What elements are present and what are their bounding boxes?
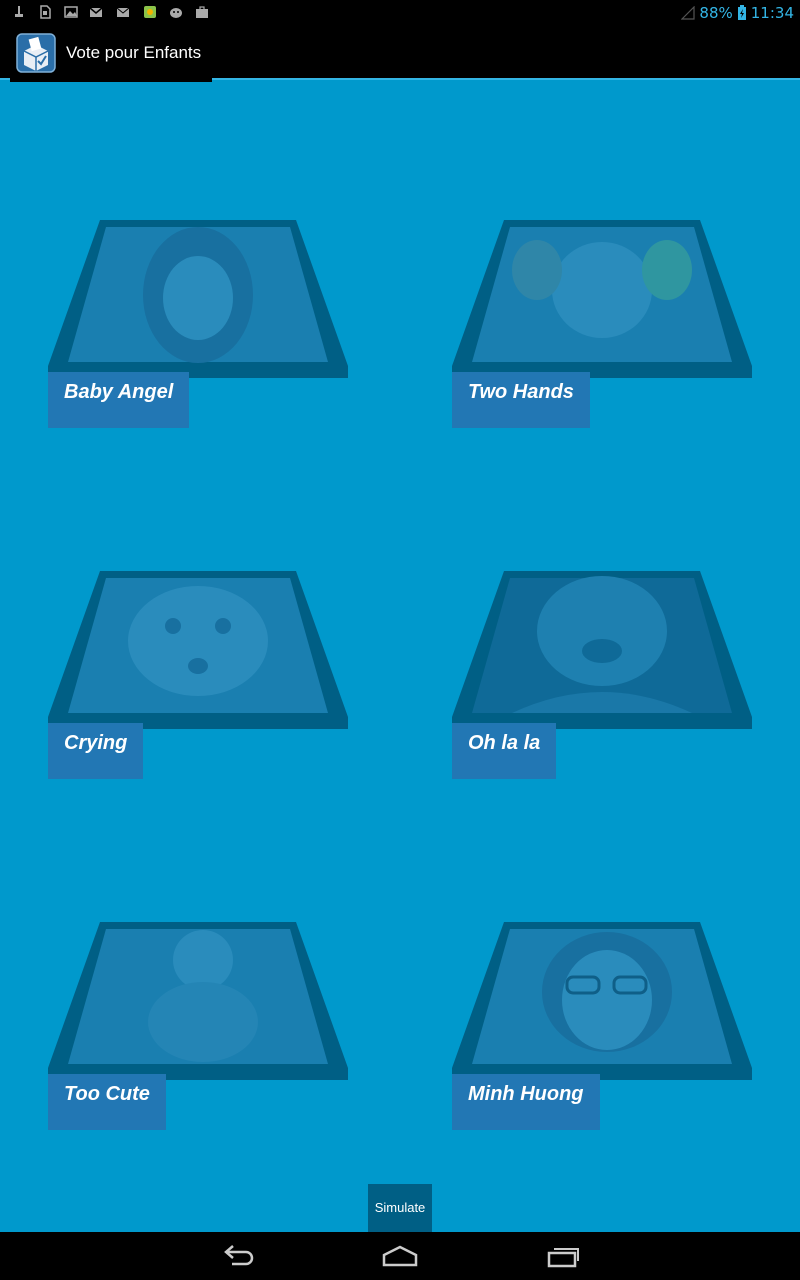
candidate-card-too-cute[interactable]: Too Cute — [48, 922, 348, 1132]
candidate-card-minh-huong[interactable]: Minh Huong — [452, 922, 752, 1132]
candidate-label: Baby Angel — [48, 372, 190, 428]
candidate-label: Too Cute — [48, 1074, 166, 1130]
candidate-label: Minh Huong — [452, 1074, 600, 1130]
android-icon — [170, 8, 182, 18]
candidate-photo-frame — [48, 220, 348, 378]
image-icon — [64, 6, 78, 18]
candidate-label: Oh la la — [452, 723, 557, 779]
candidate-card-baby-angel[interactable]: Baby Angel — [48, 220, 348, 430]
recent-apps-icon[interactable] — [545, 1243, 581, 1269]
candidate-photo-frame — [452, 922, 752, 1080]
signal-icon — [681, 5, 696, 20]
clock: 11:34 — [750, 3, 794, 22]
battery-charging-icon — [737, 4, 746, 20]
battery-percent: 88% — [699, 3, 733, 22]
candidate-label: Two Hands — [452, 372, 590, 428]
candidate-photo-frame — [452, 571, 752, 729]
app-title: Vote pour Enfants — [66, 43, 202, 62]
candidate-card-two-hands[interactable]: Two Hands — [452, 220, 752, 430]
candidate-photo-frame — [48, 922, 348, 1080]
home-icon[interactable] — [382, 1243, 418, 1269]
action-bar-indicator — [10, 78, 212, 82]
ballot-box-icon[interactable] — [16, 33, 56, 73]
candidate-card-oh-la-la[interactable]: Oh la la — [452, 571, 752, 781]
candidate-photo-frame — [452, 220, 752, 378]
status-bar: 88% 11:34 — [0, 0, 800, 25]
candidate-photo-frame — [48, 571, 348, 729]
candidate-card-crying[interactable]: Crying — [48, 571, 348, 781]
simulate-button[interactable]: Simulate — [368, 1184, 432, 1232]
usb-debug-icon — [15, 6, 23, 17]
back-icon[interactable] — [220, 1243, 256, 1269]
briefcase-icon — [196, 6, 208, 18]
candidate-label: Crying — [48, 723, 144, 779]
gmail-icon — [89, 7, 103, 17]
play-store-icon — [144, 6, 156, 18]
mail-icon — [116, 7, 130, 17]
sd-card-icon — [40, 5, 51, 19]
